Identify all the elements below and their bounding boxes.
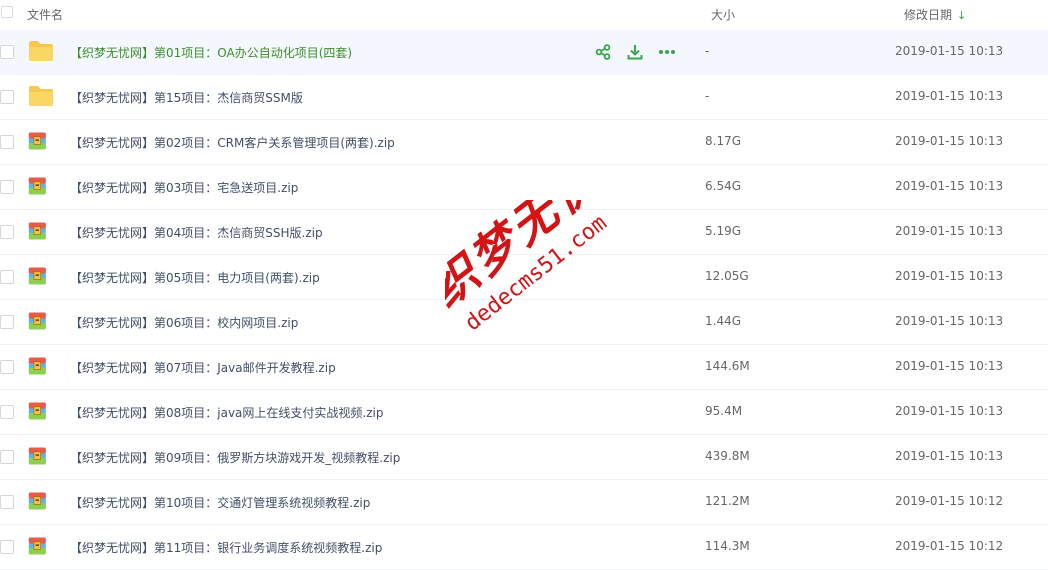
file-row[interactable]: 【织梦无忧网】第03项目：宅急送项目.zip 6.54G 2019-01-15 10… bbox=[0, 165, 1048, 210]
file-list-header: 文件名 大小 修改日期 ↓ bbox=[0, 0, 1048, 31]
file-name-link[interactable]: 【织梦无忧网】第04项目：杰信商贸SSH版.zip bbox=[70, 224, 323, 241]
file-name-link[interactable]: 【织梦无忧网】第06项目：校内网项目.zip bbox=[70, 314, 298, 331]
file-modified-date: 2019-01-15 10:13 bbox=[895, 449, 1004, 463]
file-list: 【织梦无忧网】第01项目：OA办公自动化项目(四套) - 2019-01-15 10… bbox=[0, 30, 1048, 570]
more-icon[interactable] bbox=[658, 43, 676, 61]
file-row[interactable]: 【织梦无忧网】第11项目：银行业务调度系统视频教程.zip 114.3M 2019-… bbox=[0, 525, 1048, 570]
zip-icon bbox=[28, 445, 54, 467]
file-modified-date: 2019-01-15 10:13 bbox=[895, 44, 1004, 58]
file-name-link[interactable]: 【织梦无忧网】第10项目：交通灯管理系统视频教程.zip bbox=[70, 494, 370, 511]
file-name-link[interactable]: 【织梦无忧网】第05项目：电力项目(两套).zip bbox=[70, 269, 320, 286]
folder-icon bbox=[28, 85, 54, 107]
file-row[interactable]: 【织梦无忧网】第07项目：Java邮件开发教程.zip 144.6M 2019-01… bbox=[0, 345, 1048, 390]
file-size: 114.3M bbox=[705, 539, 750, 553]
zip-icon bbox=[28, 130, 54, 152]
column-header-name[interactable]: 文件名 bbox=[27, 6, 63, 23]
row-checkbox[interactable] bbox=[0, 45, 14, 59]
file-modified-date: 2019-01-15 10:13 bbox=[895, 89, 1004, 103]
zip-icon bbox=[28, 265, 54, 287]
file-row[interactable]: 【织梦无忧网】第02项目：CRM客户关系管理项目(两套).zip 8.17G 201… bbox=[0, 120, 1048, 165]
file-modified-date: 2019-01-15 10:12 bbox=[895, 494, 1004, 508]
file-modified-date: 2019-01-15 10:13 bbox=[895, 134, 1004, 148]
file-name-link[interactable]: 【织梦无忧网】第15项目：杰信商贸SSM版 bbox=[70, 89, 303, 106]
file-modified-date: 2019-01-15 10:13 bbox=[895, 314, 1004, 328]
file-modified-date: 2019-01-15 10:13 bbox=[895, 404, 1004, 418]
row-checkbox[interactable] bbox=[0, 540, 14, 554]
zip-icon bbox=[28, 220, 54, 242]
row-checkbox[interactable] bbox=[0, 90, 14, 104]
file-row[interactable]: 【织梦无忧网】第15项目：杰信商贸SSM版 - 2019-01-15 10:13 bbox=[0, 75, 1048, 120]
file-row[interactable]: 【织梦无忧网】第10项目：交通灯管理系统视频教程.zip 121.2M 2019-0… bbox=[0, 480, 1048, 525]
file-size: 8.17G bbox=[705, 134, 742, 148]
file-size: - bbox=[705, 44, 710, 58]
sort-down-arrow-icon: ↓ bbox=[957, 9, 967, 22]
file-size: 12.05G bbox=[705, 269, 749, 283]
file-name-link[interactable]: 【织梦无忧网】第03项目：宅急送项目.zip bbox=[70, 179, 298, 196]
file-name-link[interactable]: 【织梦无忧网】第07项目：Java邮件开发教程.zip bbox=[70, 359, 336, 376]
column-header-size[interactable]: 大小 bbox=[711, 6, 735, 23]
column-header-date[interactable]: 修改日期 ↓ bbox=[904, 6, 966, 23]
column-header-date-label: 修改日期 bbox=[904, 8, 953, 22]
file-row[interactable]: 【织梦无忧网】第09项目：俄罗斯方块游戏开发_视频教程.zip 439.8M 201… bbox=[0, 435, 1048, 480]
file-modified-date: 2019-01-15 10:12 bbox=[895, 539, 1004, 553]
file-row[interactable]: 【织梦无忧网】第05项目：电力项目(两套).zip 12.05G 2019-01-1… bbox=[0, 255, 1048, 300]
file-size: 1.44G bbox=[705, 314, 742, 328]
zip-icon bbox=[28, 175, 54, 197]
file-row[interactable]: 【织梦无忧网】第04项目：杰信商贸SSH版.zip 5.19G 2019-01-15… bbox=[0, 210, 1048, 255]
row-checkbox[interactable] bbox=[0, 450, 14, 464]
zip-icon bbox=[28, 490, 54, 512]
file-modified-date: 2019-01-15 10:13 bbox=[895, 224, 1004, 238]
file-modified-date: 2019-01-15 10:13 bbox=[895, 359, 1004, 373]
file-row[interactable]: 【织梦无忧网】第01项目：OA办公自动化项目(四套) - 2019-01-15 10… bbox=[0, 30, 1048, 75]
file-name-link[interactable]: 【织梦无忧网】第11项目：银行业务调度系统视频教程.zip bbox=[70, 539, 382, 556]
row-checkbox[interactable] bbox=[0, 360, 14, 374]
select-all-checkbox[interactable] bbox=[1, 6, 13, 18]
file-name-link[interactable]: 【织梦无忧网】第01项目：OA办公自动化项目(四套) bbox=[70, 44, 352, 61]
share-icon[interactable] bbox=[594, 43, 612, 61]
file-modified-date: 2019-01-15 10:13 bbox=[895, 269, 1004, 283]
row-checkbox[interactable] bbox=[0, 270, 14, 284]
download-icon[interactable] bbox=[626, 43, 644, 61]
file-size: 144.6M bbox=[705, 359, 750, 373]
file-name-link[interactable]: 【织梦无忧网】第09项目：俄罗斯方块游戏开发_视频教程.zip bbox=[70, 449, 400, 466]
zip-icon bbox=[28, 355, 54, 377]
row-checkbox[interactable] bbox=[0, 315, 14, 329]
zip-icon bbox=[28, 310, 54, 332]
file-size: 95.4M bbox=[705, 404, 743, 418]
file-size: 6.54G bbox=[705, 179, 742, 193]
file-row[interactable]: 【织梦无忧网】第06项目：校内网项目.zip 1.44G 2019-01-15 10… bbox=[0, 300, 1048, 345]
file-size: 5.19G bbox=[705, 224, 742, 238]
row-checkbox[interactable] bbox=[0, 180, 14, 194]
file-size: 439.8M bbox=[705, 449, 750, 463]
row-checkbox[interactable] bbox=[0, 135, 14, 149]
file-row[interactable]: 【织梦无忧网】第08项目：java网上在线支付实战视频.zip 95.4M 2019… bbox=[0, 390, 1048, 435]
file-size: 121.2M bbox=[705, 494, 750, 508]
file-name-link[interactable]: 【织梦无忧网】第08项目：java网上在线支付实战视频.zip bbox=[70, 404, 383, 421]
file-modified-date: 2019-01-15 10:13 bbox=[895, 179, 1004, 193]
zip-icon bbox=[28, 400, 54, 422]
row-checkbox[interactable] bbox=[0, 405, 14, 419]
zip-icon bbox=[28, 535, 54, 557]
folder-icon bbox=[28, 40, 54, 62]
file-size: - bbox=[705, 89, 710, 103]
file-name-link[interactable]: 【织梦无忧网】第02项目：CRM客户关系管理项目(两套).zip bbox=[70, 134, 395, 151]
row-checkbox[interactable] bbox=[0, 225, 14, 239]
row-checkbox[interactable] bbox=[0, 495, 14, 509]
